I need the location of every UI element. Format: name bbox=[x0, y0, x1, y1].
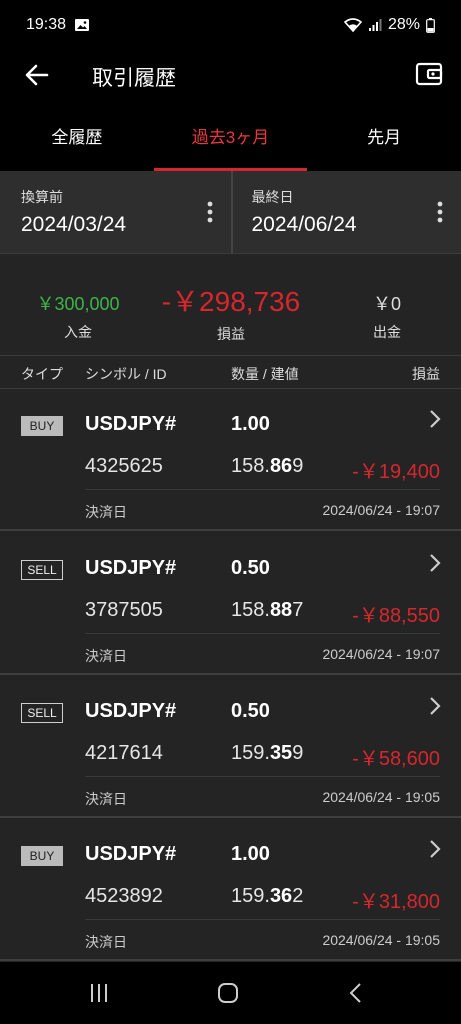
trade-type-badge: SELL bbox=[21, 703, 63, 723]
trade-price: 159.359 bbox=[231, 742, 304, 764]
trade-row[interactable]: SELL USDJPY# 0.50 4217614 159.359 -￥58,6… bbox=[0, 676, 461, 818]
wallet-icon[interactable] bbox=[415, 60, 443, 88]
withdraw-amount: ￥0 bbox=[372, 294, 401, 314]
trade-type-badge: BUY bbox=[21, 846, 63, 866]
pl-total-label: 損益 bbox=[217, 326, 245, 342]
trade-symbol: USDJPY# bbox=[85, 700, 177, 722]
chevron-right-icon bbox=[430, 840, 441, 858]
settle-label: 決済日 bbox=[85, 791, 127, 807]
end-date-label: 最終日 bbox=[251, 189, 294, 205]
deposit-summary: ￥300,000 入金 bbox=[22, 290, 134, 342]
settle-label: 決済日 bbox=[85, 934, 127, 950]
recent-apps-icon[interactable] bbox=[88, 982, 110, 1004]
trade-id: 4325625 bbox=[85, 455, 163, 477]
settle-label: 決済日 bbox=[85, 648, 127, 664]
home-icon[interactable] bbox=[217, 982, 239, 1004]
trade-symbol: USDJPY# bbox=[85, 557, 177, 579]
battery-percent: 28% bbox=[387, 16, 420, 33]
status-time: 19:38 bbox=[26, 16, 67, 33]
end-date-selector[interactable]: 最終日 2024/06/24 bbox=[230, 171, 461, 253]
row-divider bbox=[85, 919, 440, 920]
trade-quantity: 1.00 bbox=[231, 843, 270, 865]
settle-time: 2024/06/24 - 19:07 bbox=[322, 646, 440, 662]
trade-pl: -￥58,600 bbox=[352, 748, 440, 770]
withdraw-label: 出金 bbox=[373, 324, 401, 340]
trade-pl: -￥19,400 bbox=[352, 461, 440, 483]
trade-row[interactable]: BUY USDJPY# 1.00 4325625 158.869 -￥19,40… bbox=[0, 389, 461, 531]
start-date-label: 換算前 bbox=[21, 189, 63, 205]
settle-label: 決済日 bbox=[85, 504, 127, 520]
settle-time: 2024/06/24 - 19:05 bbox=[322, 932, 440, 948]
chevron-right-icon bbox=[430, 554, 441, 572]
trade-price: 158.869 bbox=[231, 455, 304, 477]
trade-symbol: USDJPY# bbox=[85, 413, 177, 435]
settle-time: 2024/06/24 - 19:07 bbox=[322, 502, 440, 518]
trade-quantity: 1.00 bbox=[231, 413, 270, 435]
trade-id: 4217614 bbox=[85, 742, 163, 764]
date-range: 換算前 2024/03/24 最終日 2024/06/24 bbox=[0, 171, 461, 254]
chevron-right-icon bbox=[430, 697, 441, 715]
withdraw-summary: ￥0 出金 bbox=[357, 290, 417, 342]
period-tabs: 全履歴 過去3ヶ月 先月 bbox=[0, 100, 461, 171]
tab-label: 先月 bbox=[367, 128, 402, 147]
tab-all-history[interactable]: 全履歴 bbox=[0, 100, 154, 171]
tab-label: 過去3ヶ月 bbox=[191, 128, 270, 147]
back-arrow-icon[interactable] bbox=[22, 60, 52, 90]
col-pl: 損益 bbox=[412, 366, 440, 382]
more-vert-icon[interactable] bbox=[207, 201, 213, 223]
trade-row[interactable]: SELL USDJPY# 0.50 3787505 158.887 -￥88,5… bbox=[0, 533, 461, 675]
page-title: 取引履歴 bbox=[92, 67, 176, 90]
trade-type-badge: BUY bbox=[21, 416, 63, 436]
row-divider bbox=[85, 489, 440, 490]
col-symbol: シンボル / ID bbox=[85, 366, 167, 382]
settle-time: 2024/06/24 - 19:05 bbox=[322, 789, 440, 805]
tab-past-3-months[interactable]: 過去3ヶ月 bbox=[153, 100, 308, 171]
deposit-amount: ￥300,000 bbox=[36, 294, 120, 314]
row-divider bbox=[85, 776, 440, 777]
start-date-value: 2024/03/24 bbox=[21, 213, 127, 236]
signal-icon bbox=[368, 19, 382, 31]
trade-pl: -￥31,800 bbox=[352, 891, 440, 913]
deposit-label: 入金 bbox=[64, 324, 92, 340]
trade-id: 3787505 bbox=[85, 599, 163, 621]
row-divider bbox=[85, 633, 440, 634]
gallery-icon bbox=[75, 19, 90, 31]
trade-row[interactable]: BUY USDJPY# 1.00 4523892 159.362 -￥31,80… bbox=[0, 819, 461, 961]
end-date-value: 2024/06/24 bbox=[251, 213, 357, 236]
trade-quantity: 0.50 bbox=[231, 557, 270, 579]
summary-panel: ￥300,000 入金 -￥298,736 損益 ￥0 出金 bbox=[0, 254, 461, 356]
battery-icon bbox=[426, 17, 435, 33]
pl-total-amount: -￥298,736 bbox=[161, 286, 301, 317]
system-nav-bar bbox=[0, 962, 461, 1024]
trade-price: 159.362 bbox=[231, 885, 304, 907]
back-nav-icon[interactable] bbox=[347, 982, 367, 1004]
trade-id: 4523892 bbox=[85, 885, 163, 907]
trade-quantity: 0.50 bbox=[231, 700, 270, 722]
trade-symbol: USDJPY# bbox=[85, 843, 177, 865]
status-bar: 19:38 28% bbox=[0, 0, 461, 50]
tab-label: 全履歴 bbox=[51, 128, 103, 147]
trade-pl: -￥88,550 bbox=[352, 605, 440, 627]
column-header: タイプ シンボル / ID 数量 / 建値 損益 bbox=[0, 356, 461, 389]
wifi-icon bbox=[343, 18, 362, 33]
trade-price: 158.887 bbox=[231, 599, 304, 621]
col-qty: 数量 / 建値 bbox=[231, 366, 299, 382]
app-bar: 取引履歴 bbox=[0, 50, 461, 100]
more-vert-icon[interactable] bbox=[437, 201, 443, 223]
pl-summary: -￥298,736 損益 bbox=[150, 280, 312, 344]
trade-type-badge: SELL bbox=[21, 560, 63, 580]
chevron-right-icon bbox=[430, 410, 441, 428]
tab-last-month[interactable]: 先月 bbox=[307, 100, 461, 171]
start-date-selector[interactable]: 換算前 2024/03/24 bbox=[0, 171, 231, 253]
col-type: タイプ bbox=[21, 366, 63, 382]
